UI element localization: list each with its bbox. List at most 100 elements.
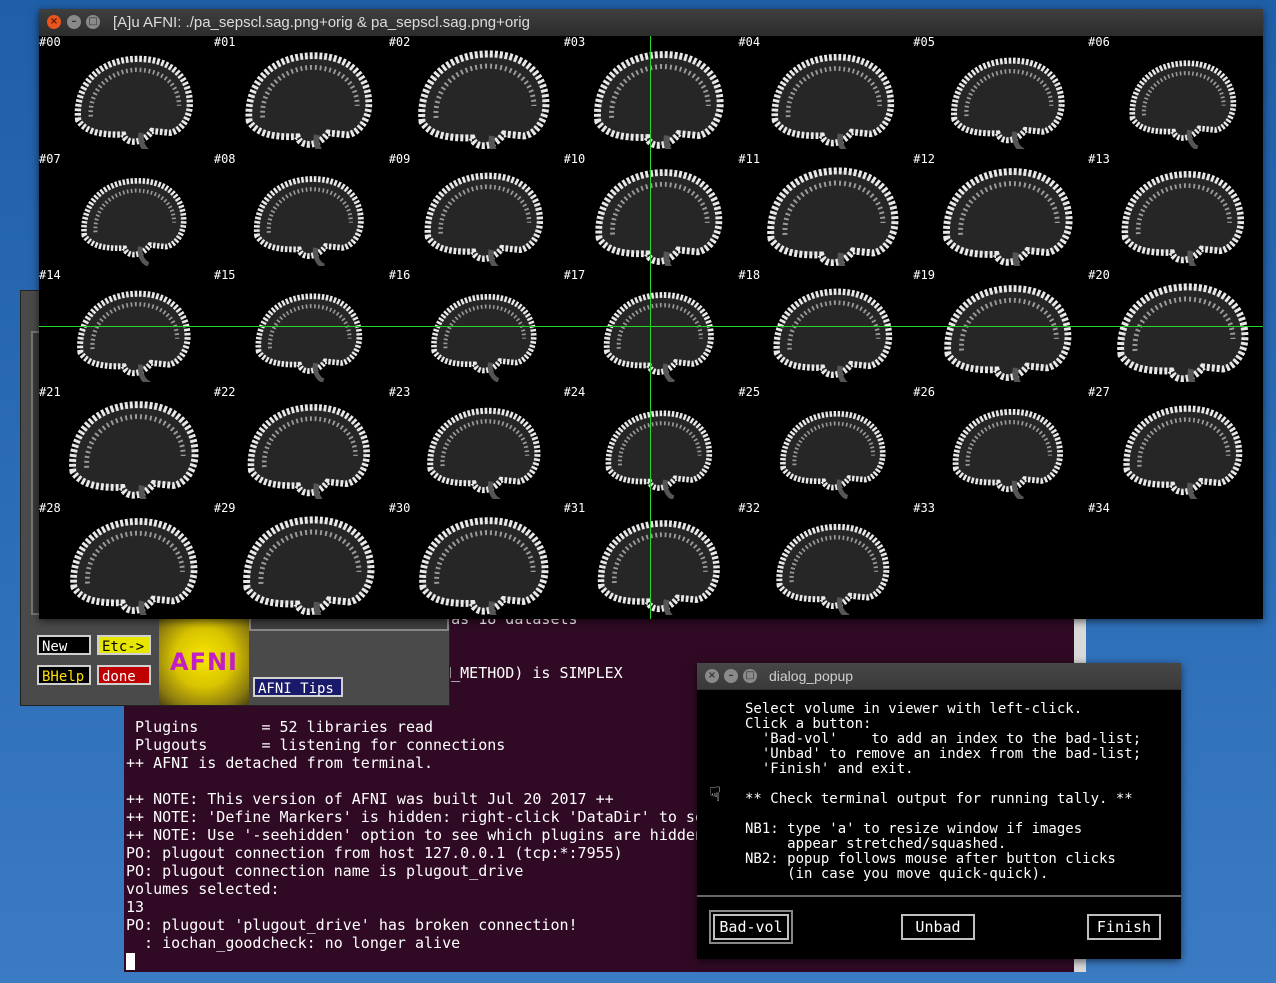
brain-slice-image (944, 285, 1072, 383)
slice-tile[interactable]: #12 (913, 153, 1088, 270)
brain-slice-image (943, 167, 1073, 266)
etc-button[interactable]: Etc-> (97, 635, 151, 655)
brain-slice-image (1123, 405, 1243, 499)
slice-label: #17 (563, 269, 586, 283)
slice-tile[interactable]: #21 (39, 386, 214, 503)
slice-label: #06 (1088, 36, 1110, 49)
slice-tile[interactable]: #18 (738, 269, 913, 386)
slice-tile[interactable]: #28 (39, 502, 214, 619)
slice-tile[interactable]: #13 (1088, 153, 1263, 270)
brain-slice-image (417, 50, 550, 149)
slice-label: #24 (563, 385, 586, 399)
bhelp-button[interactable]: BHelp (37, 665, 91, 685)
slice-tile[interactable]: #31 (564, 502, 739, 619)
slice-tile[interactable]: #23 (389, 386, 564, 503)
brain-slice-image (773, 288, 893, 383)
minimize-icon[interactable]: – (67, 15, 81, 29)
brain-slice-image (418, 517, 549, 616)
brain-slice-image (605, 410, 712, 499)
maximize-icon[interactable]: □ (86, 15, 100, 29)
slice-label: #12 (913, 152, 935, 166)
dialog-title: dialog_popup (769, 668, 854, 684)
slice-label: #33 (913, 502, 935, 516)
slice-label: #27 (1088, 385, 1110, 399)
afni-tips-button[interactable]: AFNI Tips (253, 677, 343, 697)
terminal-line: Plugouts = listening for connections (126, 736, 506, 754)
dialog-button-bar: Bad-vol Unbad Finish (697, 897, 1181, 959)
afni-logo-text: AFNI (170, 648, 238, 676)
afni-logo[interactable]: AFNI (159, 619, 249, 705)
slice-tile[interactable]: #16 (389, 269, 564, 386)
slice-tile[interactable]: #03 (564, 36, 739, 153)
brain-slice-image (776, 524, 890, 616)
dialog-message: Select volume in viewer with left-click.… (745, 701, 1142, 882)
maximize-icon[interactable]: □ (743, 669, 757, 683)
slice-tile[interactable]: #10 (564, 153, 739, 270)
done-button[interactable]: done (97, 665, 151, 685)
slice-tile[interactable]: #19 (913, 269, 1088, 386)
slice-label: #09 (388, 152, 411, 166)
slice-tile[interactable]: #22 (214, 386, 389, 503)
image-viewer-titlebar[interactable]: × – □ [A]u AFNI: ./pa_sepscl.sag.png+ori… (39, 9, 1263, 36)
brain-slice-image (1129, 60, 1237, 149)
slice-label: #03 (563, 36, 586, 49)
slice-tile[interactable]: #17 (564, 269, 739, 386)
brain-slice-image (1117, 283, 1249, 383)
slice-label: #04 (738, 36, 761, 49)
slice-label: #13 (1088, 152, 1110, 166)
slice-tile[interactable]: #02 (389, 36, 564, 153)
slice-tile[interactable]: #05 (913, 36, 1088, 153)
slice-tile[interactable]: #27 (1088, 386, 1263, 503)
slice-tile[interactable]: #14 (39, 269, 214, 386)
slice-label: #15 (213, 269, 236, 283)
dialog-titlebar[interactable]: × – □ dialog_popup (697, 663, 1181, 689)
slice-tile[interactable]: #08 (214, 153, 389, 270)
slice-label: #01 (213, 36, 236, 49)
brain-slice-image (1121, 170, 1245, 266)
terminal-line: ++ NOTE: Use '-seehidden' option to see … (126, 826, 704, 844)
slice-tile[interactable]: #20 (1088, 269, 1263, 386)
slice-label: #08 (213, 152, 236, 166)
slice-label: #31 (563, 502, 586, 516)
slice-label: #20 (1088, 269, 1110, 283)
unbad-button[interactable]: Unbad (901, 914, 975, 940)
new-button[interactable]: New (37, 635, 91, 655)
slice-tile[interactable]: #26 (913, 386, 1088, 503)
terminal-line: ++ NOTE: 'Define Markers' is hidden: rig… (126, 808, 704, 826)
brain-slice-image (780, 410, 886, 499)
crosshair-vertical (650, 36, 651, 619)
slice-tile[interactable]: #32 (738, 502, 913, 619)
slice-tile[interactable]: #07 (39, 153, 214, 270)
brain-slice-image (593, 51, 724, 149)
slice-mosaic[interactable]: #00 #01 #02 #03 #04 #05 #06 #07 #08 #09 #10 #11 #12 #… (39, 36, 1263, 619)
slice-tile[interactable]: #06 (1088, 36, 1263, 153)
slice-tile[interactable]: #34 (1088, 502, 1263, 619)
window-title: [A]u AFNI: ./pa_sepscl.sag.png+orig & pa… (113, 14, 530, 31)
slice-tile[interactable]: #15 (214, 269, 389, 386)
close-icon[interactable]: × (705, 669, 719, 683)
slice-tile[interactable]: #25 (738, 386, 913, 503)
slice-tile[interactable]: #00 (39, 36, 214, 153)
bad-vol-button[interactable]: Bad-vol (709, 910, 793, 944)
slice-label: #32 (738, 502, 761, 516)
minimize-icon[interactable]: – (724, 669, 738, 683)
slice-tile[interactable]: #01 (214, 36, 389, 153)
slice-tile[interactable]: #11 (738, 153, 913, 270)
terminal-cursor (126, 953, 135, 970)
terminal-line: PO: plugout 'plugout_drive' has broken c… (126, 916, 578, 934)
slice-tile[interactable]: #04 (738, 36, 913, 153)
brain-slice-image (597, 520, 720, 616)
slice-label: #05 (913, 36, 935, 49)
close-icon[interactable]: × (47, 15, 61, 29)
finish-button[interactable]: Finish (1087, 914, 1161, 940)
slice-tile[interactable]: #30 (389, 502, 564, 619)
slice-tile[interactable]: #29 (214, 502, 389, 619)
brain-slice-image (953, 408, 1064, 499)
slice-tile[interactable]: #33 (913, 502, 1088, 619)
brain-slice-image (243, 516, 375, 616)
slice-label: #21 (39, 385, 61, 399)
brain-slice-image (74, 55, 193, 149)
slice-tile[interactable]: #24 (564, 386, 739, 503)
slice-tile[interactable]: #09 (389, 153, 564, 270)
slice-label: #26 (913, 385, 935, 399)
